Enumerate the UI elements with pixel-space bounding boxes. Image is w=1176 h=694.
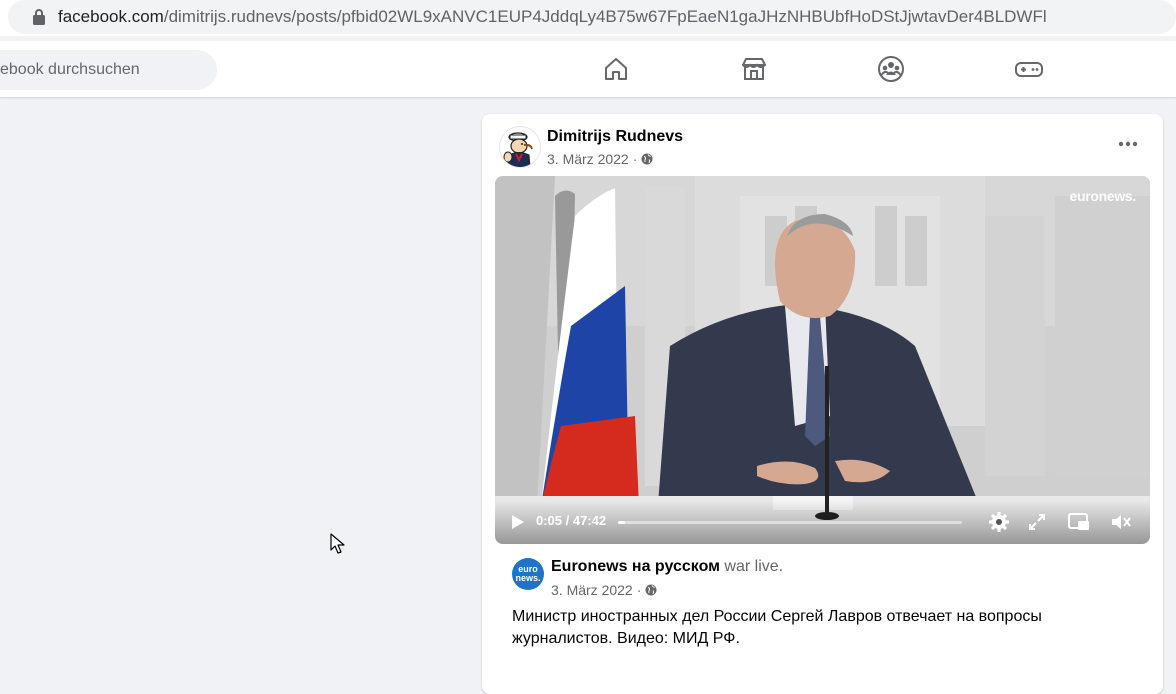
post-options-button[interactable] <box>1112 132 1144 156</box>
popeye-avatar-image <box>503 132 533 167</box>
shared-page-name[interactable]: Euronews на русском <box>551 558 720 575</box>
globe-icon[interactable] <box>641 153 653 165</box>
play-button[interactable] <box>505 510 529 534</box>
video-progress-fill <box>618 521 625 524</box>
gaming-icon <box>1015 62 1043 77</box>
browser-address-bar: facebook.com/dimitrijs.rudnevs/posts/pfb… <box>0 0 1176 36</box>
more-icon <box>1118 141 1138 147</box>
marketplace-icon <box>742 58 766 80</box>
search-input[interactable] <box>0 50 235 90</box>
meta-separator: · <box>632 151 638 167</box>
mouse-cursor-icon <box>330 533 345 554</box>
euronews-avatar-line2: news. <box>515 573 541 583</box>
video-time: 0:05 / 47:42 <box>536 513 607 528</box>
play-icon <box>512 515 524 529</box>
nav-gaming-button[interactable] <box>1011 51 1047 87</box>
url-path: /dimitrijs.rudnevs/posts/pfbid02WL9xANVC… <box>163 7 1047 26</box>
miniplayer-button[interactable] <box>1067 510 1091 534</box>
top-navigation: ebook durchsuchen <box>0 41 1176 98</box>
video-frame-image <box>495 176 1150 544</box>
shared-meta-separator: · <box>636 582 642 598</box>
fullscreen-button[interactable] <box>1025 510 1049 534</box>
nav-home-button[interactable] <box>598 51 634 87</box>
mute-button[interactable] <box>1109 510 1133 534</box>
video-player[interactable]: euronews. 0:05 / 47:42 <box>495 176 1150 544</box>
miniplayer-icon <box>1068 513 1089 530</box>
nav-marketplace-button[interactable] <box>736 51 772 87</box>
search-box[interactable]: ebook durchsuchen <box>0 50 235 90</box>
euronews-avatar[interactable]: euro news. <box>512 558 544 590</box>
home-icon <box>605 58 627 80</box>
shared-author-line: Euronews на русском war live. <box>551 558 783 576</box>
url-host: facebook.com <box>58 7 164 26</box>
settings-icon <box>989 512 1009 532</box>
fullscreen-icon <box>1029 514 1045 530</box>
mute-icon <box>1112 515 1131 529</box>
settings-button[interactable] <box>987 510 1011 534</box>
shared-post-text: Министр иностранных дел России Сергей Ла… <box>512 608 1042 647</box>
post-meta: 3. März 2022 · <box>547 151 653 167</box>
euronews-watermark: euronews. <box>1069 188 1136 204</box>
shared-post: euro news. Euronews на русском war live.… <box>495 544 1150 694</box>
url-field[interactable]: facebook.com/dimitrijs.rudnevs/posts/pfb… <box>8 0 1176 34</box>
author-avatar[interactable] <box>499 126 541 168</box>
shared-meta: 3. März 2022 · <box>551 582 657 598</box>
nav-groups-button[interactable] <box>873 51 909 87</box>
shared-action: war live. <box>724 558 784 575</box>
post-card: Dimitrijs Rudnevs 3. März 2022 · euronew… <box>482 114 1163 694</box>
post-author-name[interactable]: Dimitrijs Rudnevs <box>547 128 683 146</box>
url-text[interactable]: facebook.com/dimitrijs.rudnevs/posts/pfb… <box>58 7 1047 27</box>
globe-icon[interactable] <box>645 584 657 596</box>
lock-icon[interactable] <box>32 8 46 26</box>
groups-icon <box>878 56 904 82</box>
shared-date[interactable]: 3. März 2022 <box>551 582 633 598</box>
video-progress-bar[interactable] <box>618 521 962 524</box>
video-controls: 0:05 / 47:42 <box>495 500 1150 544</box>
post-date[interactable]: 3. März 2022 <box>547 151 629 167</box>
